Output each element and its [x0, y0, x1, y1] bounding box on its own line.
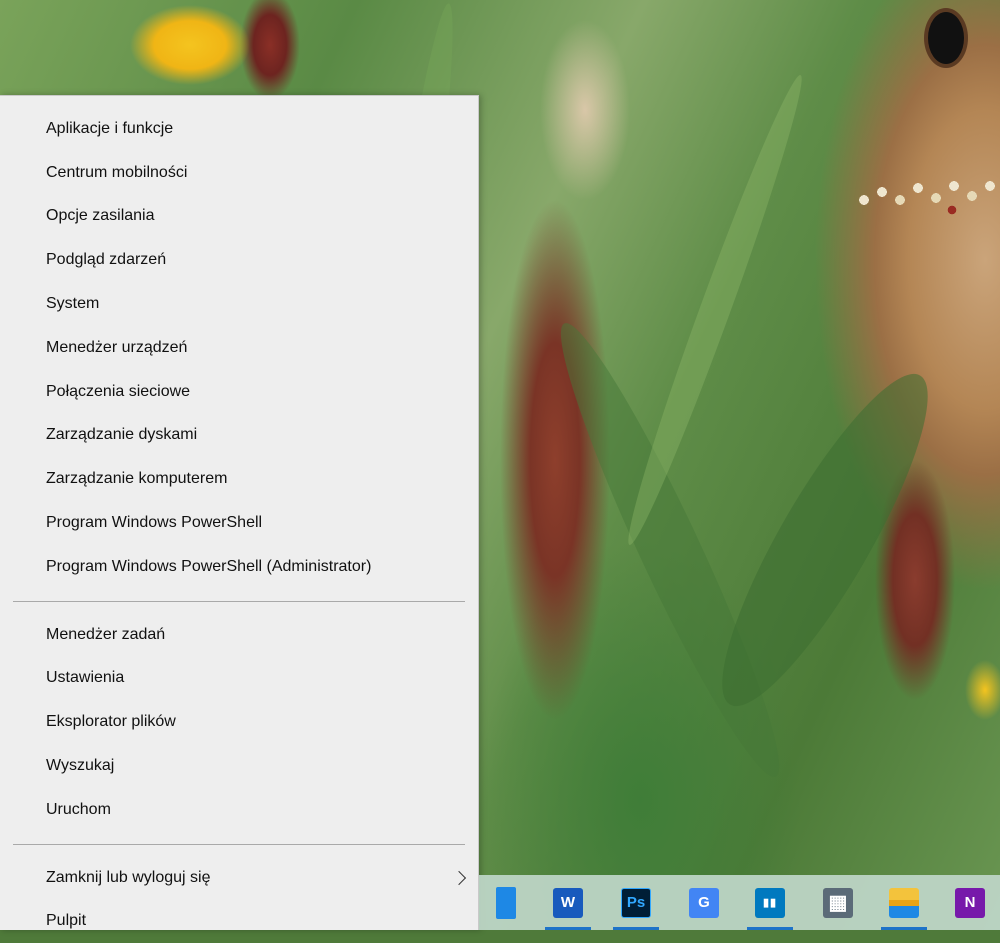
onenote-icon: N — [955, 887, 985, 918]
menu-item-run[interactable]: Uruchom — [0, 788, 478, 832]
blue-app-icon — [496, 886, 516, 919]
menu-item-event-viewer[interactable]: Podgląd zdarzeń — [0, 238, 478, 282]
chipmunk-eye — [928, 12, 964, 64]
menu-item-disk-management[interactable]: Zarządzanie dyskami — [0, 414, 478, 458]
taskbar-app-trello[interactable]: ▮▮ — [743, 875, 797, 930]
google-translate-icon: G — [689, 887, 719, 918]
menu-item-desktop[interactable]: Pulpit — [0, 900, 478, 943]
taskbar-app-onenote[interactable]: N — [943, 875, 997, 930]
taskbar-app-word[interactable]: W — [541, 875, 595, 930]
menu-item-powershell-admin[interactable]: Program Windows PowerShell (Administrato… — [0, 545, 478, 589]
menu-item-powershell[interactable]: Program Windows PowerShell — [0, 501, 478, 545]
trello-icon: ▮▮ — [755, 887, 785, 918]
menu-group-system-tools: Aplikacje i funkcje Centrum mobilności O… — [0, 96, 478, 589]
winx-context-menu: Aplikacje i funkcje Centrum mobilności O… — [0, 95, 479, 930]
menu-item-task-manager[interactable]: Menedżer zadań — [0, 613, 478, 657]
taskbar: W Ps G ▮▮ ▦ N — [479, 875, 1000, 930]
menu-item-computer-management[interactable]: Zarządzanie komputerem — [0, 457, 478, 501]
taskbar-app-photoshop[interactable]: Ps — [609, 875, 663, 930]
menu-group-shell: Menedżer zadań Ustawienia Eksplorator pl… — [0, 613, 478, 832]
chevron-right-icon — [451, 870, 467, 885]
taskbar-app-calculator[interactable]: ▦ — [811, 875, 865, 930]
word-icon: W — [553, 887, 583, 918]
menu-item-file-explorer[interactable]: Eksplorator plików — [0, 700, 478, 744]
menu-item-apps-and-features[interactable]: Aplikacje i funkcje — [0, 107, 478, 151]
menu-item-power-options[interactable]: Opcje zasilania — [0, 195, 478, 239]
file-explorer-icon — [889, 887, 919, 918]
taskbar-app-blue[interactable] — [479, 875, 533, 930]
menu-item-device-manager[interactable]: Menedżer urządzeń — [0, 326, 478, 370]
calculator-icon: ▦ — [823, 887, 853, 918]
seeds — [852, 170, 1000, 228]
menu-item-settings[interactable]: Ustawienia — [0, 657, 478, 701]
photoshop-icon: Ps — [621, 887, 651, 918]
menu-separator — [13, 600, 465, 602]
taskbar-app-file-explorer[interactable] — [877, 875, 931, 930]
menu-item-network-connections[interactable]: Połączenia sieciowe — [0, 370, 478, 414]
menu-item-search[interactable]: Wyszukaj — [0, 744, 478, 788]
menu-separator — [13, 843, 465, 845]
menu-item-mobility-center[interactable]: Centrum mobilności — [0, 151, 478, 195]
taskbar-app-google-translate[interactable]: G — [677, 875, 731, 930]
menu-item-shutdown-or-sign-out[interactable]: Zamknij lub wyloguj się — [0, 856, 478, 900]
menu-item-system[interactable]: System — [0, 282, 478, 326]
